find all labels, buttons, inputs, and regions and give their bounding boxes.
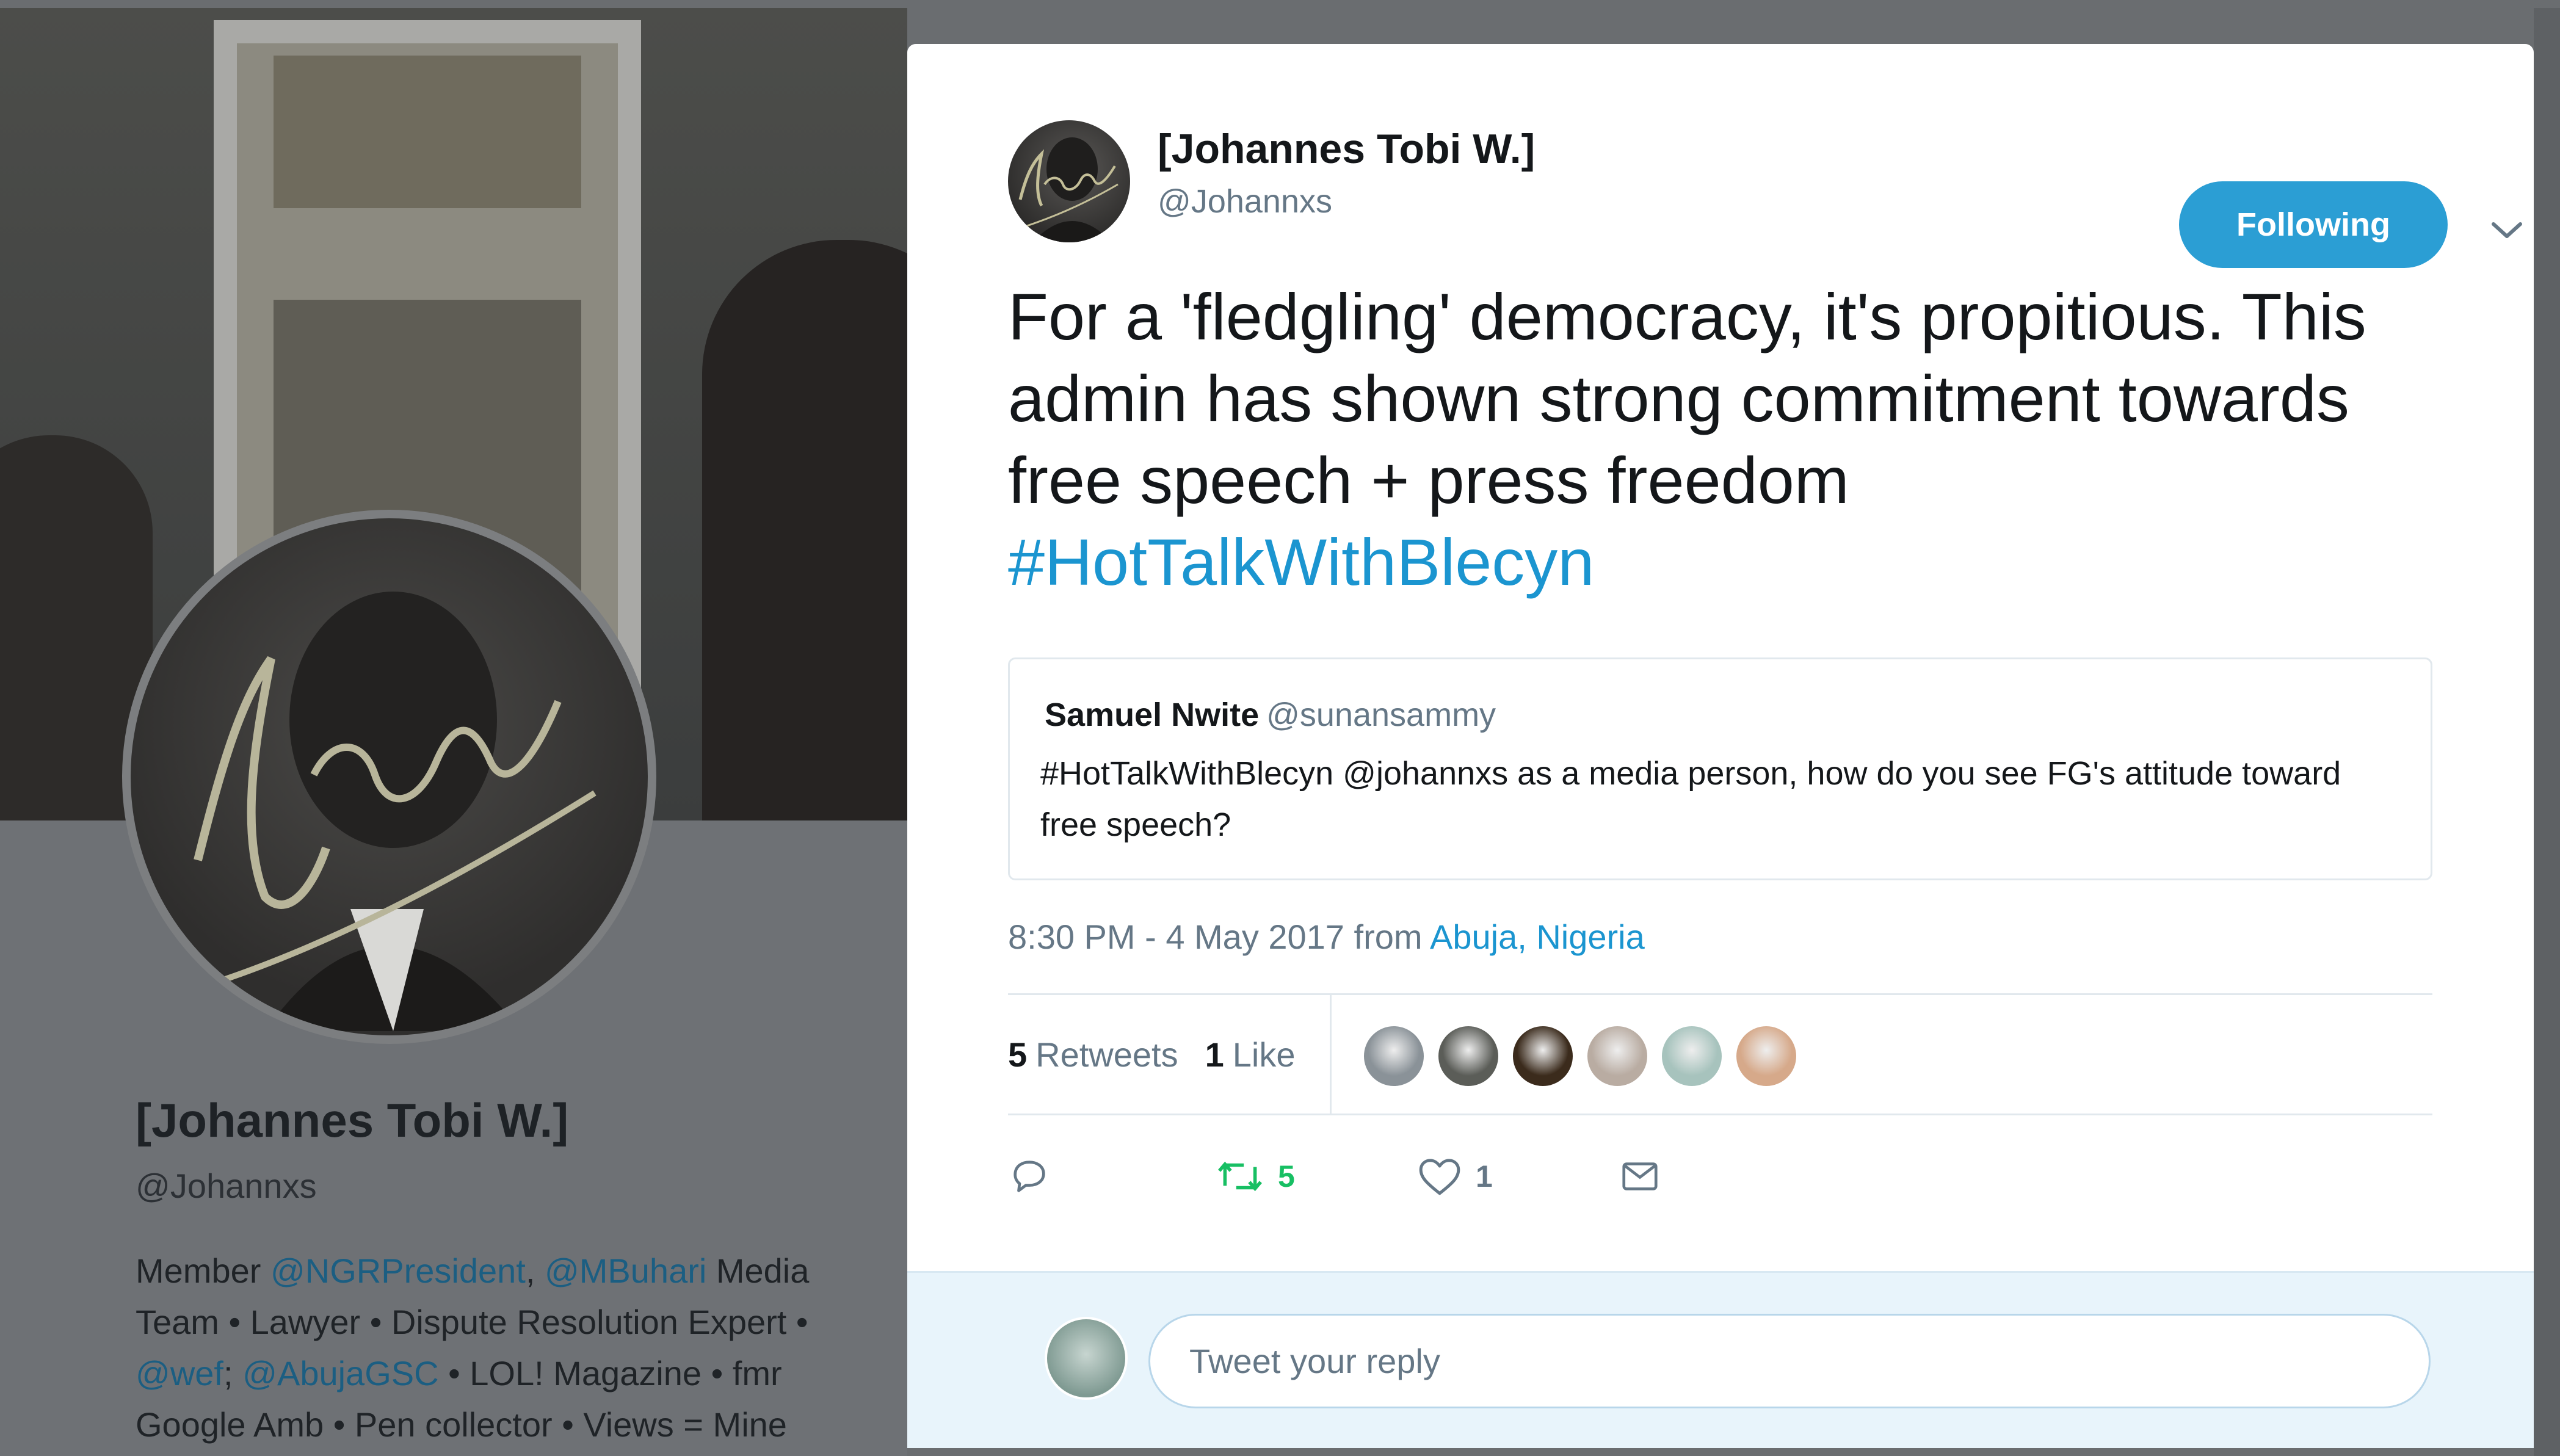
- envelope-icon: [1622, 1162, 1658, 1190]
- like-count: 1: [1476, 1159, 1493, 1193]
- likes-count: 1: [1205, 1035, 1224, 1074]
- tweet-header: [Johannes Tobi W.] @Johannxs Following: [1008, 120, 2522, 268]
- bio-mention-link[interactable]: @wef: [136, 1354, 223, 1393]
- tweet-text: For a 'fledgling' democracy, it's propit…: [1008, 276, 2437, 603]
- retweeter-avatars: [1362, 1024, 1809, 1088]
- bio-text: ,: [525, 1251, 545, 1290]
- hashtag-link[interactable]: #HotTalkWithBlecyn: [1008, 525, 1594, 599]
- bio-text: ;: [223, 1354, 243, 1393]
- retweets-label: Retweets: [1035, 1035, 1178, 1074]
- retweeter-avatar[interactable]: [1511, 1024, 1575, 1088]
- signature-graphic: [1018, 137, 1119, 242]
- profile-handle: @Johannxs: [136, 1167, 317, 1205]
- tweet-time: 8:30 PM - 4 May 2017 from: [1008, 918, 1430, 956]
- tweet-stats: 5 Retweets 1 Like: [1008, 993, 2432, 1115]
- bio-mention-link[interactable]: @MBuhari: [545, 1251, 706, 1290]
- retweets-count: 5: [1008, 1035, 1028, 1074]
- tweet-body: For a 'fledgling' democracy, it's propit…: [1008, 280, 2366, 517]
- author-name[interactable]: [Johannes Tobi W.]: [1158, 125, 1535, 173]
- direct-message-button[interactable]: [1619, 1143, 1661, 1210]
- profile-bio: Member @NGRPresident, @MBuhari Media Tea…: [136, 1245, 880, 1451]
- quoted-tweet-text: #HotTalkWithBlecyn @johannxs as a media …: [1040, 755, 2341, 843]
- quoted-tweet-header: Samuel Nwite @sunansammy: [1045, 696, 1496, 734]
- likes-label: Like: [1232, 1035, 1296, 1074]
- retweet-button[interactable]: 5: [1216, 1143, 1295, 1210]
- reply-icon: [1013, 1161, 1045, 1192]
- retweets-stat[interactable]: 5 Retweets: [1008, 1035, 1178, 1074]
- retweet-count: 5: [1278, 1159, 1295, 1193]
- reply-composer: [907, 1271, 2534, 1448]
- quoted-author-name: Samuel Nwite: [1045, 697, 1260, 733]
- profile-name: [Johannes Tobi W.]: [136, 1093, 569, 1147]
- bio-mention-link[interactable]: @AbujaGSC: [242, 1354, 438, 1393]
- chevron-down-icon[interactable]: [2486, 212, 2528, 248]
- likes-stat[interactable]: 1 Like: [1205, 1035, 1296, 1074]
- retweeter-avatar[interactable]: [1735, 1024, 1798, 1088]
- retweeter-avatar[interactable]: [1437, 1024, 1500, 1088]
- page-right-edge: [2534, 8, 2560, 1456]
- tweet-modal: [Johannes Tobi W.] @Johannxs Following F…: [907, 44, 2534, 1448]
- quoted-tweet-card[interactable]: Samuel Nwite @sunansammy #HotTalkWithBlec…: [1008, 657, 2432, 880]
- author-avatar[interactable]: [1008, 120, 1130, 242]
- profile-avatar[interactable]: [122, 510, 656, 1044]
- author-handle[interactable]: @Johannxs: [1158, 183, 1332, 220]
- like-button[interactable]: 1: [1417, 1143, 1493, 1210]
- reply-button[interactable]: [1008, 1143, 1051, 1210]
- header-photo-figure-right: [702, 240, 907, 820]
- retweeter-avatar[interactable]: [1660, 1024, 1724, 1088]
- heart-icon: [1419, 1159, 1460, 1195]
- retweeter-avatar[interactable]: [1362, 1024, 1426, 1088]
- tweet-action-bar: 5 1: [1008, 1143, 1741, 1210]
- current-user-avatar: [1045, 1317, 1128, 1400]
- bio-mention-link[interactable]: @NGRPresident: [270, 1251, 526, 1290]
- retweeter-avatar[interactable]: [1586, 1024, 1649, 1088]
- reply-input[interactable]: [1148, 1314, 2431, 1408]
- following-button[interactable]: Following: [2179, 181, 2448, 268]
- bio-text: Member: [136, 1251, 270, 1290]
- stats-counts: 5 Retweets 1 Like: [1008, 995, 1332, 1114]
- tweet-location-link[interactable]: Abuja, Nigeria: [1430, 918, 1645, 956]
- tweet-timestamp: 8:30 PM - 4 May 2017 from Abuja, Nigeria: [1008, 917, 1645, 957]
- quoted-author-handle: @sunansammy: [1266, 697, 1496, 733]
- retweet-icon: [1218, 1161, 1262, 1192]
- signature-graphic: [194, 592, 596, 1031]
